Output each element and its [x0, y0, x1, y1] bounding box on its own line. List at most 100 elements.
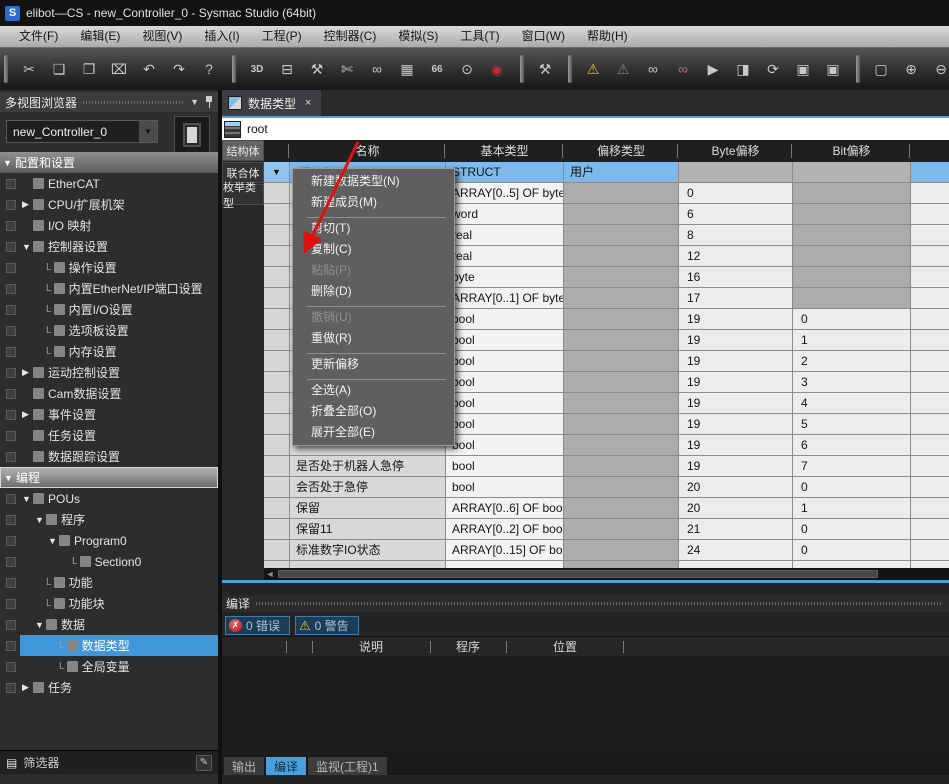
split-icon[interactable]: ✄ — [334, 56, 360, 82]
scrollbar-thumb[interactable] — [278, 570, 878, 578]
cell-bit-offset[interactable]: 0 — [793, 309, 910, 329]
expand-arrow-icon[interactable]: ▼ — [22, 494, 33, 504]
offline-icon[interactable]: ⚠ — [610, 56, 636, 82]
cell-base-type[interactable]: STRUCT — [446, 162, 563, 182]
cell-offset-type[interactable] — [564, 561, 678, 568]
zoom-in-icon[interactable]: ⊕ — [898, 56, 924, 82]
error-count-badge[interactable]: ✗ 0 错误 — [225, 616, 290, 635]
side-tab-struct[interactable]: 结构体 — [222, 140, 264, 161]
cell-bit-offset[interactable]: 0 — [793, 519, 910, 539]
expand-arrow-icon[interactable]: ▶ — [22, 199, 33, 210]
cell-bit-offset[interactable] — [793, 267, 910, 287]
undo-icon[interactable]: ↶ — [136, 56, 162, 82]
cell-extra[interactable] — [911, 267, 949, 287]
cell-bit-offset[interactable] — [793, 204, 910, 224]
io-table-icon[interactable]: ▦ — [394, 56, 420, 82]
transfer-from-controller-icon[interactable]: ▣ — [820, 56, 846, 82]
table-row[interactable]: 会否处于急停bool200 — [264, 477, 949, 497]
context-menu-item-collapse-all[interactable]: 折叠全部(O) — [293, 401, 454, 422]
cell-bit-offset[interactable] — [793, 225, 910, 245]
cell-bit-offset[interactable]: 6 — [793, 435, 910, 455]
rebuild-icon[interactable]: ⚒ — [532, 56, 558, 82]
sidebar-item-section0[interactable]: LSection0 — [0, 551, 218, 572]
cell-bit-offset[interactable]: 1 — [793, 498, 910, 518]
cell-offset-type[interactable] — [564, 204, 678, 224]
table-row[interactable]: 保留11ARRAY[0..2] OF bool210 — [264, 519, 949, 539]
cell-base-type[interactable]: real — [446, 246, 563, 266]
cell-byte-offset[interactable] — [679, 561, 792, 568]
multiview-explorer-header[interactable]: 多视图浏览器 ▼ — [0, 92, 218, 112]
cell-base-type[interactable]: bool — [446, 309, 563, 329]
sidebar-section-config[interactable]: ▼配置和设置 — [0, 152, 218, 173]
online-icon[interactable]: ⚠ — [580, 56, 606, 82]
cell-bit-offset[interactable] — [793, 162, 910, 182]
zoom-out-icon[interactable]: ⊖ — [928, 56, 949, 82]
sidebar-item-data-trace[interactable]: 数据跟踪设置 — [0, 446, 218, 467]
cell-byte-offset[interactable]: 21 — [679, 519, 792, 539]
context-menu-item-new-member[interactable]: 新建成员(M) — [293, 192, 454, 213]
cell-extra[interactable] — [911, 498, 949, 518]
sidebar-item-ethernet-ip-port[interactable]: L内置EtherNet/IP端口设置 — [0, 278, 218, 299]
cell-offset-type[interactable] — [564, 183, 678, 203]
tool-icon[interactable]: ⚒ — [304, 56, 330, 82]
cell-offset-type[interactable] — [564, 540, 678, 560]
cell-bit-offset[interactable] — [793, 288, 910, 308]
expand-arrow-icon[interactable]: ▼ — [3, 158, 15, 168]
cell-bit-offset[interactable]: 7 — [793, 456, 910, 476]
cell-bit-offset[interactable]: 2 — [793, 351, 910, 371]
menu-item-controller[interactable]: 控制器(C) — [313, 26, 388, 47]
cell-byte-offset[interactable]: 24 — [679, 540, 792, 560]
cell-bit-offset[interactable]: 1 — [793, 330, 910, 350]
table-row[interactable] — [264, 561, 949, 568]
cell-name[interactable]: 保留11 — [290, 519, 445, 539]
menu-item-file[interactable]: 文件(F) — [8, 26, 69, 47]
sidebar-item-function-blocks[interactable]: L功能块 — [0, 593, 218, 614]
cell-offset-type[interactable] — [564, 477, 678, 497]
bottom-tab-output[interactable]: 输出 — [224, 757, 264, 775]
cell-byte-offset[interactable]: 0 — [679, 183, 792, 203]
sidebar-item-data[interactable]: ▼数据 — [0, 614, 218, 635]
cell-bit-offset[interactable] — [793, 183, 910, 203]
sidebar-item-global-variables[interactable]: L全局变量 — [0, 656, 218, 677]
cell-byte-offset[interactable]: 20 — [679, 498, 792, 518]
expand-arrow-icon[interactable]: ▼ — [4, 473, 16, 483]
cell-bit-offset[interactable] — [793, 246, 910, 266]
cut-icon[interactable]: ✂ — [16, 56, 42, 82]
cell-base-type[interactable]: real — [446, 225, 563, 245]
cell-extra[interactable] — [911, 540, 949, 560]
redo-icon[interactable]: ↷ — [166, 56, 192, 82]
cell-name[interactable]: 会否处于急停 — [290, 477, 445, 497]
expand-arrow-icon[interactable]: ▶ — [22, 409, 33, 420]
column-header-3[interactable]: Byte偏移 — [679, 140, 792, 162]
cell-offset-type[interactable] — [564, 246, 678, 266]
cell-base-type[interactable]: bool — [446, 393, 563, 413]
cell-offset-type[interactable] — [564, 330, 678, 350]
cell-name[interactable] — [290, 561, 445, 568]
stop-icon[interactable]: ◨ — [730, 56, 756, 82]
cell-base-type[interactable]: byte — [446, 267, 563, 287]
cell-byte-offset[interactable]: 19 — [679, 330, 792, 350]
cell-extra[interactable] — [911, 519, 949, 539]
cell-base-type[interactable]: ARRAY[0..5] OF byte — [446, 183, 563, 203]
menu-item-project[interactable]: 工程(P) — [251, 26, 313, 47]
scroll-left-icon[interactable]: ◄ — [264, 568, 276, 580]
bottom-tab-watch[interactable]: 监视(工程)1 — [308, 757, 387, 775]
bottom-tab-build[interactable]: 编译 — [266, 757, 306, 775]
cell-base-type[interactable]: bool — [446, 372, 563, 392]
cell-base-type[interactable]: bool — [446, 414, 563, 434]
abort-icon[interactable]: ◉ — [484, 56, 510, 82]
variable-table-icon[interactable]: 66 — [424, 56, 450, 82]
cell-name[interactable]: 是否处于机器人急停 — [290, 456, 445, 476]
cell-offset-type[interactable] — [564, 351, 678, 371]
context-menu-item-select-all[interactable]: 全选(A) — [293, 380, 454, 401]
edit-filter-icon[interactable]: ✎ — [196, 755, 212, 771]
sidebar-item-pous[interactable]: ▼POUs — [0, 488, 218, 509]
cell-extra[interactable] — [911, 330, 949, 350]
cell-bit-offset[interactable]: 5 — [793, 414, 910, 434]
close-icon[interactable]: × — [305, 97, 311, 109]
cell-offset-type[interactable] — [564, 498, 678, 518]
expand-arrow-icon[interactable]: ▼ — [22, 242, 33, 252]
cell-byte-offset[interactable]: 19 — [679, 414, 792, 434]
sidebar-item-tasks[interactable]: ▶任务 — [0, 677, 218, 698]
cell-base-type[interactable]: bool — [446, 351, 563, 371]
